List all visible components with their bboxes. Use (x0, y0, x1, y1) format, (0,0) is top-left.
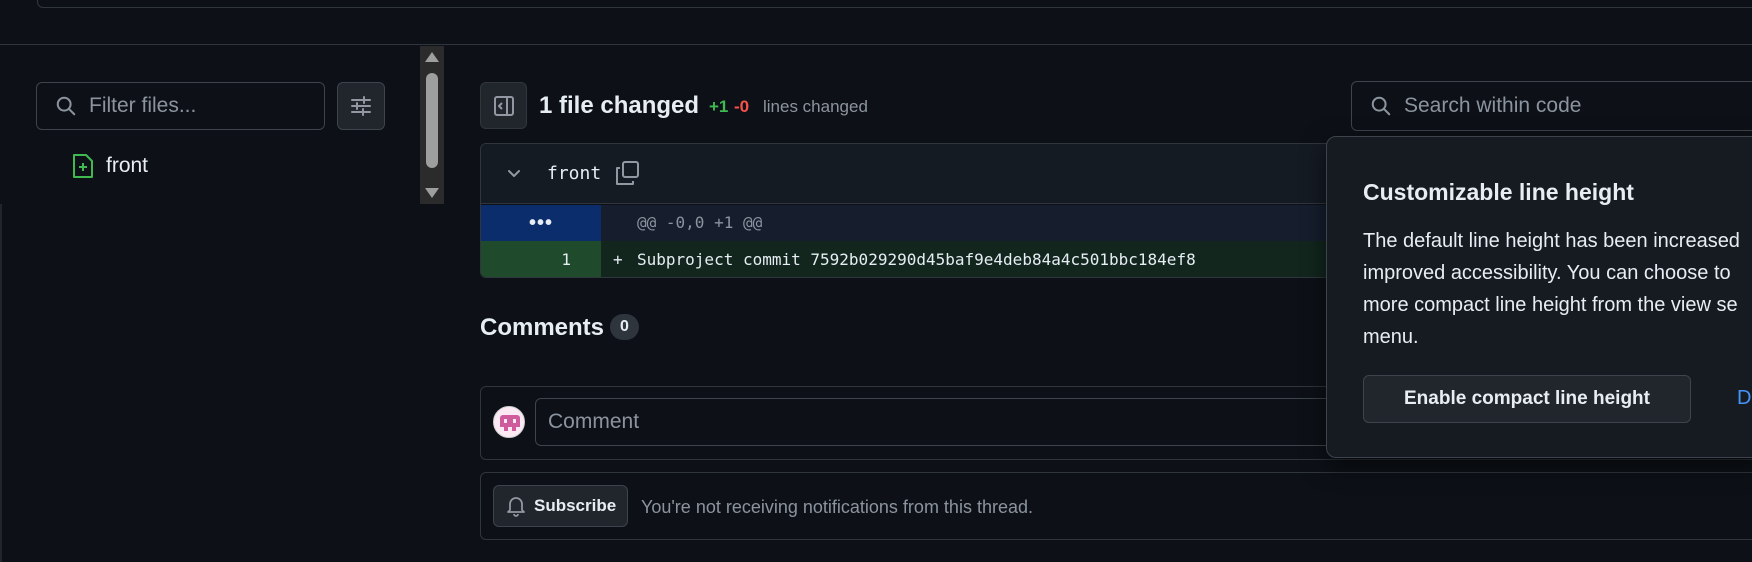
files-changed-count: 1 file changed (539, 92, 700, 119)
line-height-popover: Customizable line height The default lin… (1326, 136, 1752, 458)
scroll-up-arrow[interactable] (425, 52, 439, 62)
search-icon (1371, 96, 1391, 116)
diff-line-content: Subproject commit 7592b029290d45baf9e4de… (637, 250, 1196, 269)
lines-changed-label: lines changed (763, 97, 868, 116)
header-divider (0, 44, 1752, 45)
file-filter-options-button[interactable] (337, 82, 385, 130)
line-number-gutter[interactable]: 1 (481, 241, 601, 277)
enable-compact-line-height-button[interactable]: Enable compact line height (1363, 375, 1691, 423)
dismiss-link[interactable]: D (1737, 387, 1751, 410)
bell-icon (507, 497, 525, 517)
notifications-panel: Subscribe You're not receiving notificat… (480, 472, 1752, 540)
line-number: 1 (561, 250, 571, 269)
search-icon (56, 96, 76, 116)
sidebar-collapse-icon (493, 95, 514, 116)
avatar-identicon (500, 415, 520, 431)
search-within-code-input[interactable]: Search within code (1351, 81, 1752, 131)
comments-heading: Comments (480, 314, 605, 341)
subscribe-button[interactable]: Subscribe (493, 485, 628, 527)
top-panel-edge (37, 0, 1752, 8)
comments-count-badge: 0 (610, 314, 639, 340)
chevron-down-icon (508, 170, 520, 177)
copy-icon[interactable] (614, 160, 640, 186)
scrollbar-thumb[interactable] (426, 73, 438, 168)
avatar[interactable] (493, 406, 525, 438)
sidebar-border (0, 204, 2, 562)
hunk-header-text: @@ -0,0 +1 @@ (637, 213, 763, 232)
collapse-file-button[interactable] (503, 162, 525, 184)
expand-hunk-button[interactable]: ••• (481, 205, 601, 241)
search-within-code-placeholder: Search within code (1404, 94, 1582, 117)
toggle-file-tree-button[interactable] (480, 82, 527, 129)
popover-title: Customizable line height (1363, 179, 1634, 205)
hunk-expand-dots: ••• (528, 211, 553, 234)
file-tree-item-label: front (106, 154, 149, 177)
comment-placeholder: Comment (548, 410, 640, 433)
sidebar-scrollbar[interactable] (420, 46, 444, 204)
diff-line-sign: + (613, 250, 623, 269)
file-added-icon (73, 154, 93, 178)
filter-files-placeholder: Filter files... (89, 94, 197, 117)
file-tree-item-front[interactable]: front (72, 151, 148, 181)
diff-filename[interactable]: front (547, 163, 601, 184)
filter-files-input[interactable]: Filter files... (36, 82, 325, 130)
popover-body: The default line height has been increas… (1363, 230, 1740, 348)
scroll-down-arrow[interactable] (425, 188, 439, 198)
deletions-count: -0 (734, 97, 750, 116)
additions-count: +1 (709, 97, 729, 116)
sliders-icon (351, 96, 371, 116)
notification-status-text: You're not receiving notifications from … (641, 497, 1033, 517)
subscribe-label: Subscribe (534, 496, 617, 515)
